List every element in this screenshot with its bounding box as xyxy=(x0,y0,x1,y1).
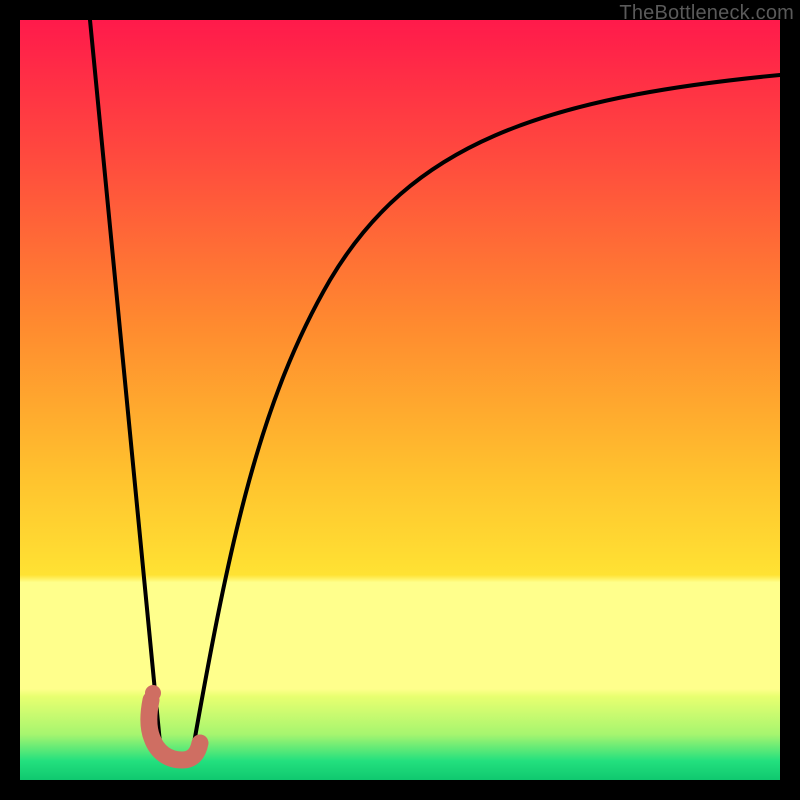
bottleneck-curve xyxy=(20,20,780,780)
curve-right xyxy=(194,75,780,743)
j-marker-dot xyxy=(145,685,161,701)
j-marker xyxy=(149,700,200,760)
watermark-text: TheBottleneck.com xyxy=(619,2,794,25)
curve-left xyxy=(90,20,160,743)
plot-frame xyxy=(20,20,780,780)
